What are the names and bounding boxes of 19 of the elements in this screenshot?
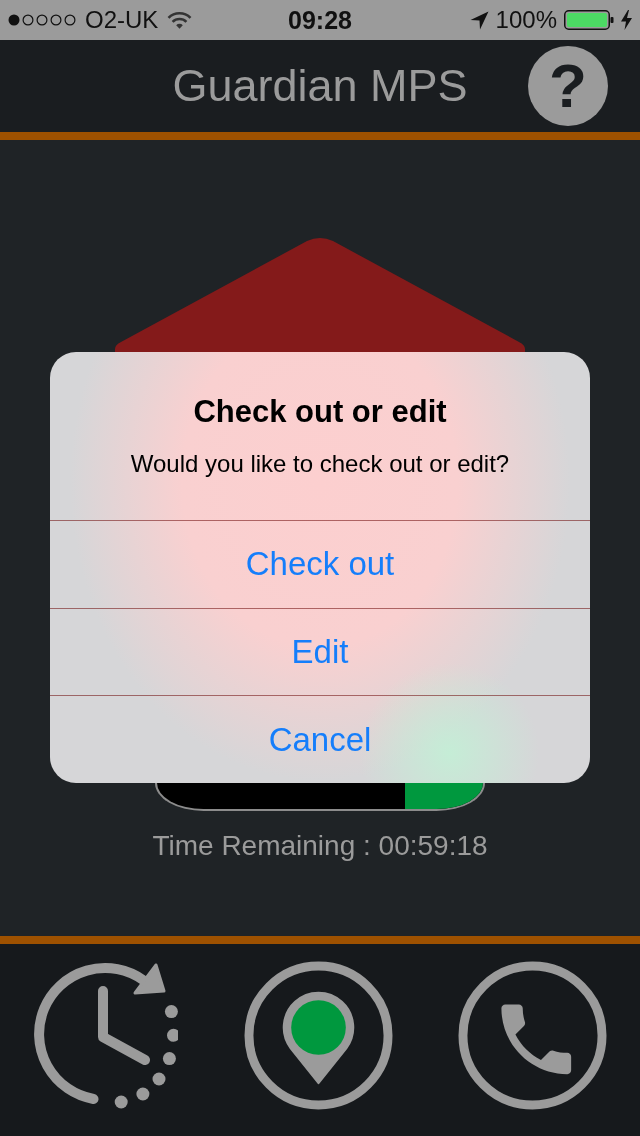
charging-bolt-icon [621,10,632,30]
clock-arrow-icon[interactable] [32,961,178,1111]
battery-percentage: 100% [495,6,557,34]
app-title: Guardian MPS [172,60,468,112]
carrier-name: O2-UK [85,6,159,34]
alert-action-button[interactable]: Cancel [50,695,590,783]
wifi-icon [167,11,193,29]
clock-time: 09:28 [288,5,352,35]
alert-action-button[interactable]: Check out [50,520,590,608]
help-button[interactable]: ? [528,46,608,126]
alert-title: Check out or edit [193,393,447,431]
battery-icon [564,10,614,30]
phone-icon[interactable] [458,961,607,1110]
alert-action-button[interactable]: Edit [50,607,590,696]
time-remaining-text: Time Remaining : 00:59:18 [152,829,488,863]
signal-strength-icon [8,14,76,26]
alert-message: Would you like to check out or edit? [130,449,510,479]
location-pin-icon[interactable] [243,961,393,1110]
location-arrow-icon [469,10,489,30]
